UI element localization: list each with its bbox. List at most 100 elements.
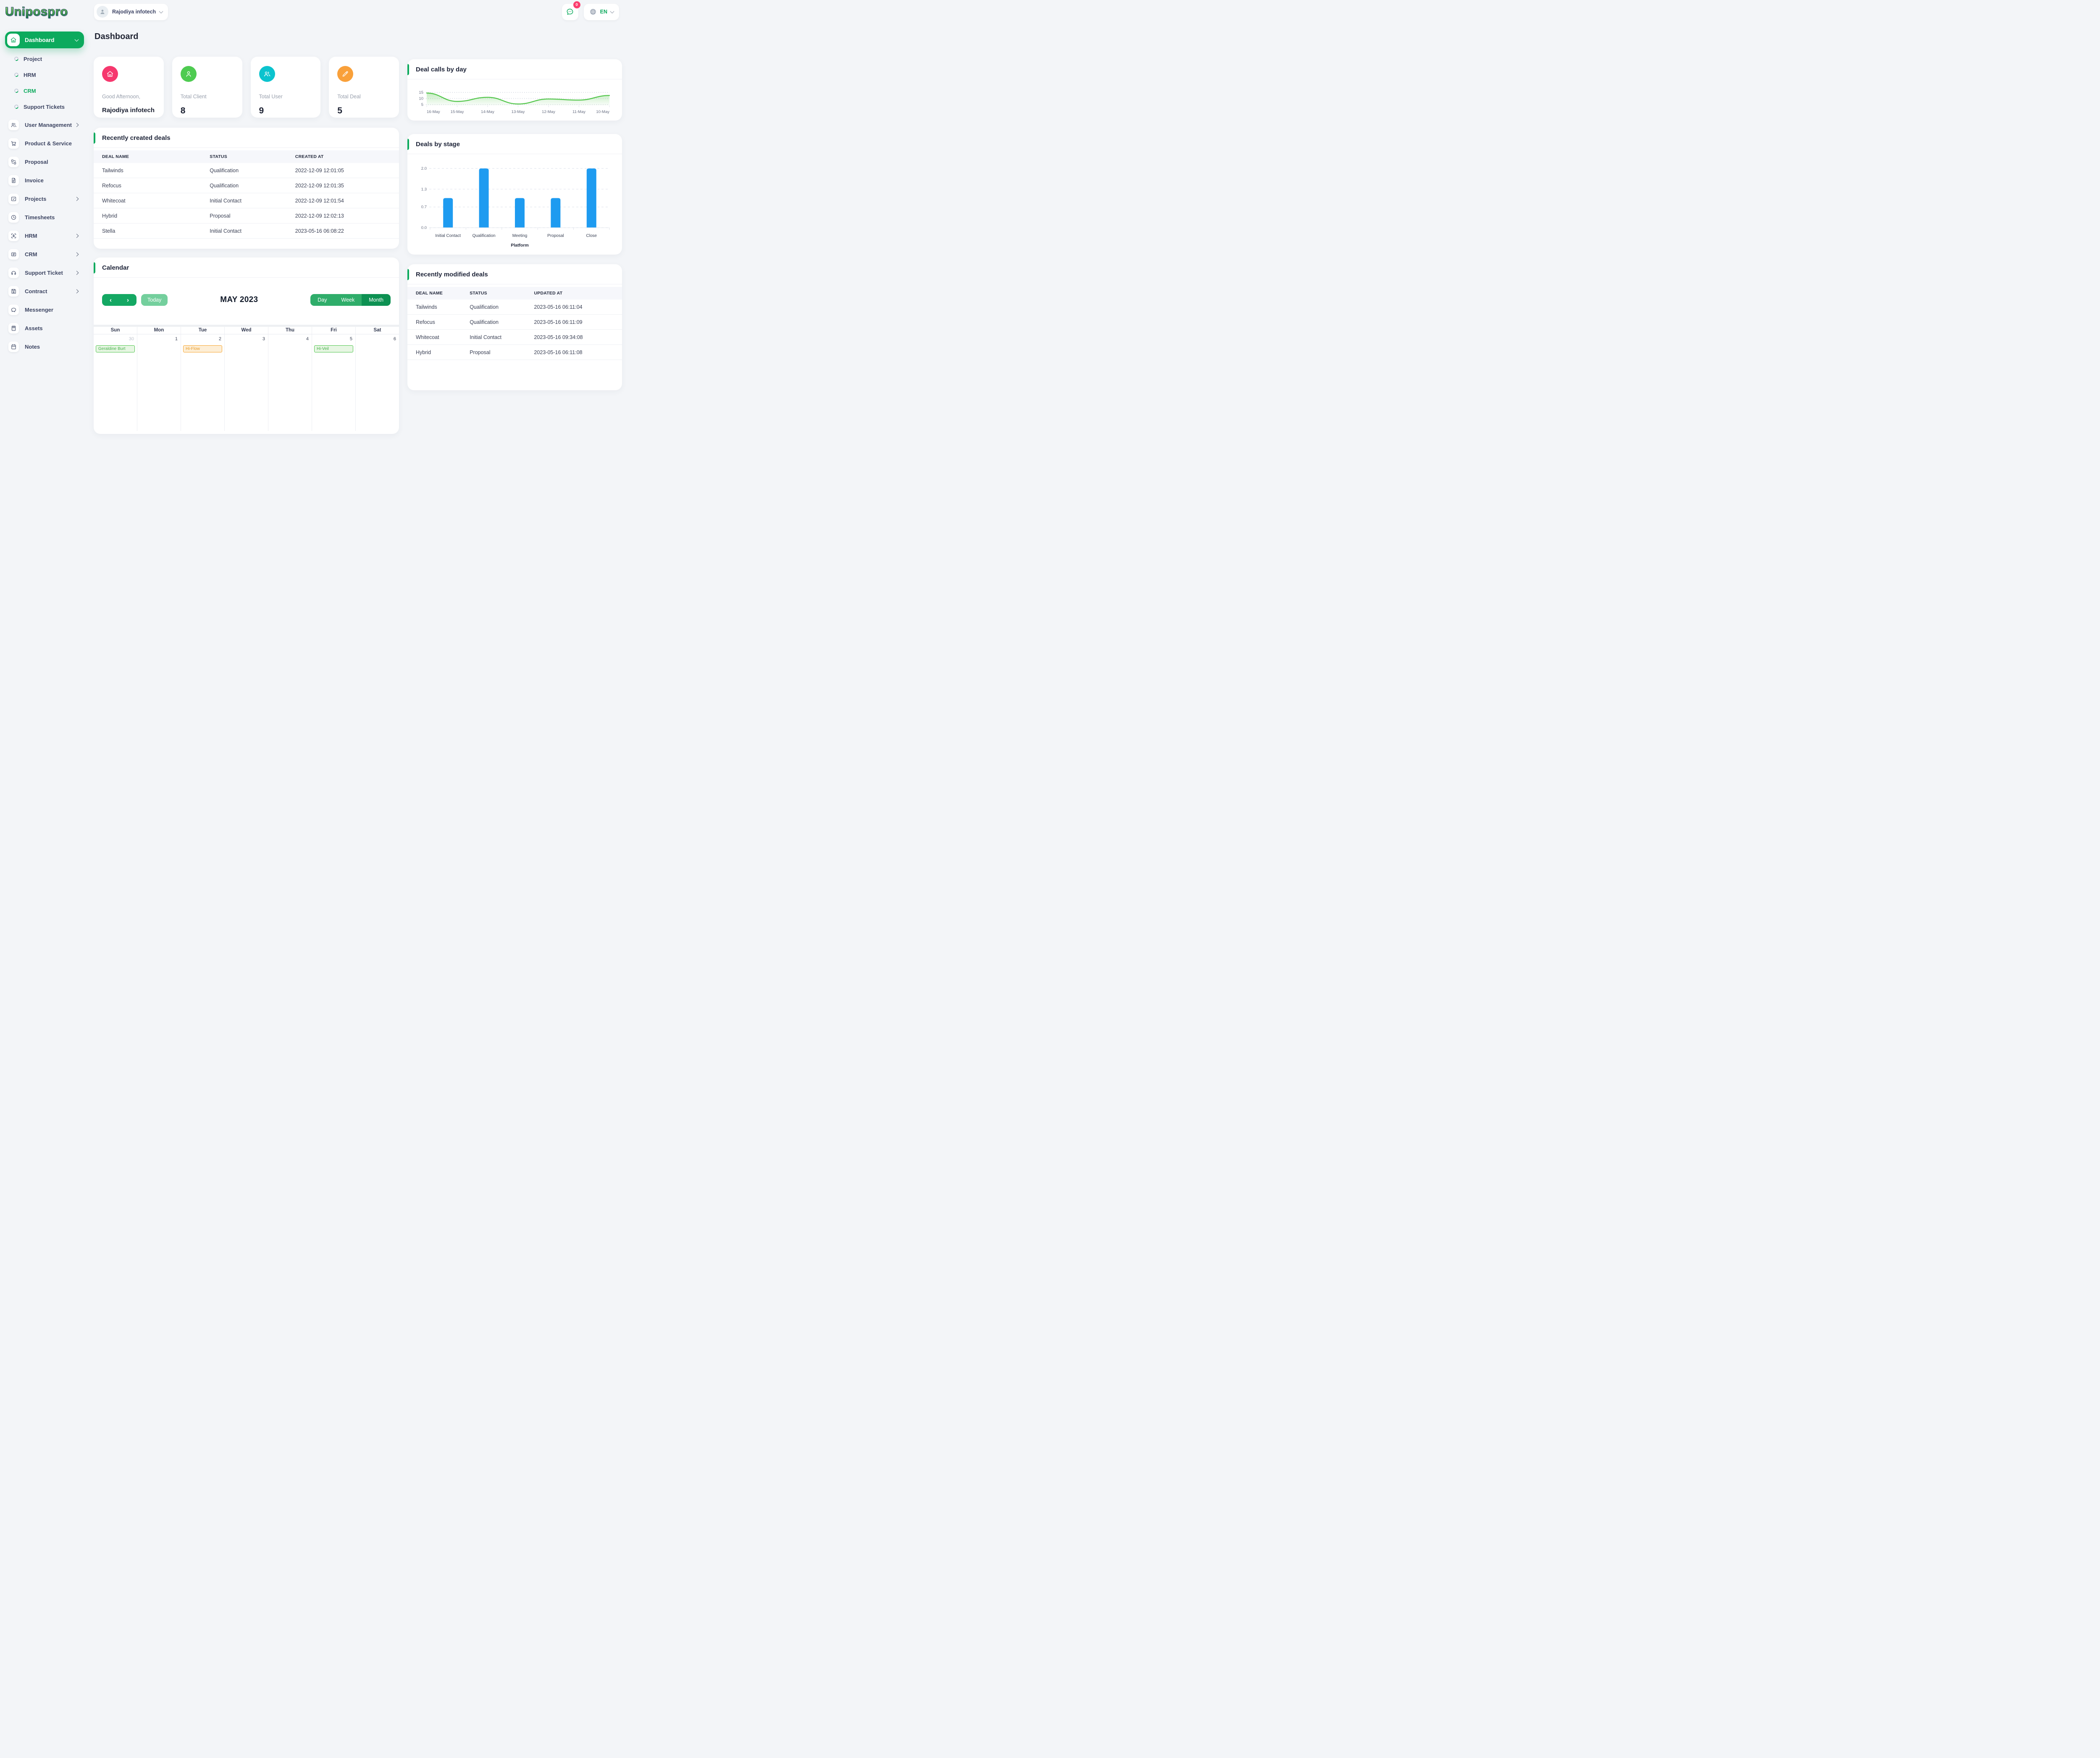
table-row: Refocus Qualification 2023-05-16 06:11:09 xyxy=(407,315,622,330)
hrm-icon xyxy=(8,230,19,241)
status-cell: Proposal xyxy=(470,349,491,355)
company-name: Rajodiya infotech xyxy=(112,9,156,15)
svg-text:0.7: 0.7 xyxy=(421,205,427,210)
sidebar-menu: User Management Product & Service Proposal… xyxy=(5,116,84,356)
svg-text:16-May: 16-May xyxy=(427,110,440,114)
card-title: Calendar xyxy=(94,258,399,278)
headset-icon xyxy=(8,267,19,278)
view-day-button[interactable]: Day xyxy=(310,294,334,306)
clock-icon xyxy=(8,212,19,223)
date-cell: 2022-12-09 12:01:35 xyxy=(295,182,344,189)
calendar-day-cell[interactable]: 2 Hi-Flow xyxy=(181,334,225,431)
chevron-right-icon xyxy=(74,252,79,256)
sidebar-item-product-service[interactable]: Product & Service xyxy=(5,134,84,152)
sidebar-item-notes[interactable]: Notes xyxy=(5,337,84,356)
date-cell: 2022-12-09 12:02:13 xyxy=(295,213,344,219)
sidebar-item-contract[interactable]: Contract xyxy=(5,282,84,300)
language-selector[interactable]: EN xyxy=(583,3,619,20)
chevron-down-icon xyxy=(610,9,614,13)
sidebar-item-hrm[interactable]: HRM xyxy=(5,226,84,245)
projects-icon xyxy=(8,193,19,204)
messages-button[interactable]: 0 xyxy=(562,1,580,20)
bullet-icon xyxy=(13,88,19,94)
today-button[interactable]: Today xyxy=(141,294,168,306)
status-cell: Qualification xyxy=(210,182,239,189)
calendar-event[interactable]: Geraldine Burt xyxy=(96,345,135,352)
calendar-day-cell[interactable]: 6 xyxy=(356,334,399,431)
calendar-view-switcher: Day Week Month xyxy=(310,294,391,306)
assets-icon xyxy=(8,323,19,334)
sidebar-subitem-label: HRM xyxy=(24,71,36,78)
calendar-day-cell[interactable]: 1 xyxy=(137,334,181,431)
topbar-actions: 0 EN xyxy=(562,1,619,20)
recently-modified-deals-card: Recently modified deals DEAL NAME STATUS U… xyxy=(407,264,622,390)
sidebar-subitem-label: Project xyxy=(24,55,42,62)
svg-text:Platform: Platform xyxy=(511,243,529,248)
calendar-event[interactable]: Hi-Veil xyxy=(314,345,353,352)
day-number: 2 xyxy=(218,336,221,342)
sidebar-subitem-project[interactable]: Project xyxy=(5,51,84,67)
sidebar-item-label: Proposal xyxy=(25,158,48,165)
users-icon xyxy=(8,119,19,130)
sidebar-item-invoice[interactable]: Invoice xyxy=(5,171,84,189)
sidebar-item-label: Dashboard xyxy=(25,37,55,43)
table-header-row: DEAL NAME STATUS CREATED AT xyxy=(94,150,399,163)
stat-card-total-deal: Total Deal 5 xyxy=(329,57,399,118)
card-title: Recently modified deals xyxy=(407,264,622,284)
table-row: Refocus Qualification 2022-12-09 12:01:35 xyxy=(94,178,399,193)
sidebar-item-timesheets[interactable]: Timesheets xyxy=(5,208,84,226)
chevron-right-icon xyxy=(74,289,79,293)
weekday-label: Fri xyxy=(312,327,356,334)
sidebar-item-crm[interactable]: CRM xyxy=(5,245,84,263)
sidebar-item-label: Messenger xyxy=(25,306,53,313)
recently-created-deals-table: DEAL NAME STATUS CREATED AT Tailwinds Qualif… xyxy=(94,150,399,239)
weekday-label: Mon xyxy=(137,327,181,334)
calendar-day-cell[interactable]: 4 xyxy=(268,334,312,431)
view-week-button[interactable]: Week xyxy=(334,294,362,306)
sidebar-item-projects[interactable]: Projects xyxy=(5,189,84,208)
next-month-button[interactable]: › xyxy=(119,294,136,306)
notes-icon xyxy=(8,341,19,352)
svg-text:12-May: 12-May xyxy=(542,110,555,114)
svg-text:14-May: 14-May xyxy=(481,110,494,114)
chevron-right-icon xyxy=(74,271,79,275)
calendar-event[interactable]: Hi-Flow xyxy=(183,345,222,352)
svg-text:11-May: 11-May xyxy=(572,110,585,114)
table-row: Tailwinds Qualification 2023-05-16 06:11:0… xyxy=(407,300,622,315)
day-number: 1 xyxy=(175,336,178,342)
sidebar-item-dashboard[interactable]: Dashboard xyxy=(5,32,84,48)
calendar-day-cell[interactable]: 30 Geraldine Burt xyxy=(94,334,137,431)
sidebar-item-proposal[interactable]: Proposal xyxy=(5,152,84,171)
company-selector[interactable]: Rajodiya infotech xyxy=(94,3,168,20)
calendar-day-cell[interactable]: 5 Hi-Veil xyxy=(312,334,356,431)
sidebar-subitem-hrm[interactable]: HRM xyxy=(5,67,84,83)
calendar-card: Calendar ‹ › Today MAY 2023 Day Week Month… xyxy=(94,258,399,434)
view-month-button[interactable]: Month xyxy=(362,294,391,306)
stat-label: Good Afternoon, xyxy=(102,94,141,100)
table-row: Hybrid Proposal 2022-12-09 12:02:13 xyxy=(94,208,399,223)
svg-text:10-May: 10-May xyxy=(596,110,609,114)
calendar-day-cell[interactable]: 3 xyxy=(225,334,268,431)
day-number: 6 xyxy=(393,336,396,342)
status-cell: Initial Contact xyxy=(470,334,501,340)
sidebar-item-assets[interactable]: Assets xyxy=(5,319,84,337)
chevron-right-icon xyxy=(74,234,79,238)
sidebar-subitem-support-tickets[interactable]: Support Tickets xyxy=(5,99,84,115)
day-number: 4 xyxy=(306,336,309,342)
sidebar-item-support-ticket[interactable]: Support Ticket xyxy=(5,263,84,282)
sidebar-subitem-crm[interactable]: CRM xyxy=(5,83,84,99)
weekday-label: Thu xyxy=(268,327,312,334)
day-number: 30 xyxy=(129,336,134,342)
stat-value: 5 xyxy=(337,106,342,116)
sidebar-item-user-management[interactable]: User Management xyxy=(5,116,84,134)
deal-name-cell: Whitecoat xyxy=(102,197,126,204)
calendar-nav: ‹ › xyxy=(102,294,136,306)
svg-text:Meeting: Meeting xyxy=(512,234,528,238)
proposal-icon xyxy=(8,156,19,167)
status-cell: Proposal xyxy=(210,213,231,219)
chat-badge: 0 xyxy=(573,1,580,8)
table-row: Tailwinds Qualification 2022-12-09 12:01:0… xyxy=(94,163,399,178)
sidebar-item-messenger[interactable]: Messenger xyxy=(5,300,84,319)
prev-month-button[interactable]: ‹ xyxy=(102,294,119,306)
bullet-icon xyxy=(13,72,19,78)
